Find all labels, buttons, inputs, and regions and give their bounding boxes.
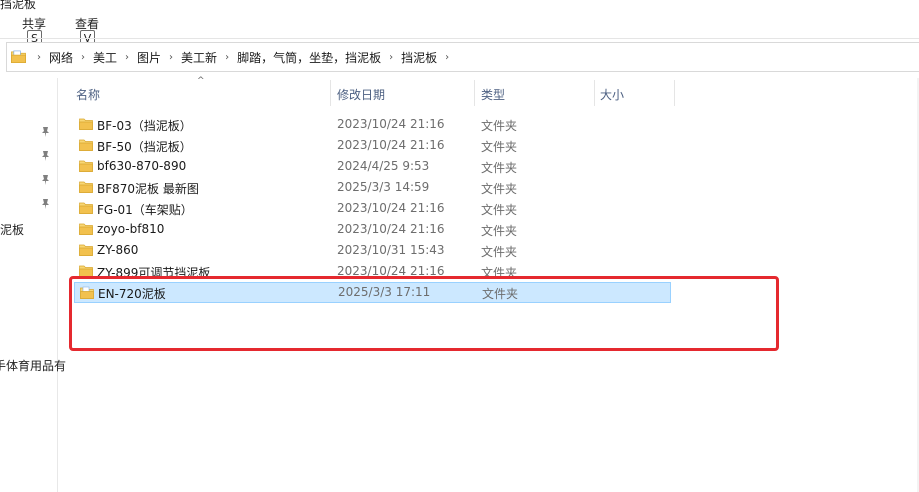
pin-icon[interactable] [40,198,52,212]
file-date: 2023/10/24 21:16 [337,138,445,152]
file-type: 文件夹 [481,182,518,196]
file-date: 2023/10/24 21:16 [337,117,445,131]
file-date: 2024/4/25 9:53 [337,159,430,173]
nav-pane-divider [57,78,58,492]
folder-icon [79,202,93,214]
file-date: 2023/10/24 21:16 [337,222,445,236]
folder-icon [79,223,93,235]
chevron-right-icon[interactable]: › [381,52,401,63]
folder-icon [79,160,93,172]
pin-icon[interactable] [40,150,52,164]
breadcrumb-item-network[interactable]: 网络 [49,49,73,66]
breadcrumb-item-art[interactable]: 美工 [93,49,117,66]
file-type: 文件夹 [481,119,518,133]
chevron-right-icon[interactable]: › [217,52,237,63]
chevron-right-icon[interactable]: › [73,52,93,63]
file-date: 2023/10/31 15:43 [337,243,445,257]
breadcrumb-item-accessories[interactable]: 脚踏，气筒，坐垫，挡泥板 [237,49,381,66]
file-type: 文件夹 [481,203,518,217]
column-header-size[interactable]: 大小 [600,86,624,103]
file-row[interactable]: ZY-860 2023/10/31 15:43 文件夹 [74,240,671,261]
column-header-type[interactable]: 类型 [481,86,505,103]
file-type: 文件夹 [481,161,518,175]
column-divider[interactable] [474,80,475,106]
chevron-right-icon[interactable]: › [437,52,457,63]
folder-icon [79,181,93,193]
column-divider[interactable] [330,80,331,106]
chevron-right-icon[interactable]: › [29,52,49,63]
file-name: bf630-870-890 [97,159,187,173]
nav-item-fragment[interactable]: 手体育用品有 [0,357,66,374]
file-name: BF-03（挡泥板） [97,119,192,133]
chevron-right-icon[interactable]: › [161,52,181,63]
breadcrumb-item-fenders[interactable]: 挡泥板 [401,49,437,66]
folder-icon [79,139,93,151]
file-row[interactable]: FG-01（车架贴） 2023/10/24 21:16 文件夹 [74,198,671,219]
column-divider[interactable] [594,80,595,106]
folder-icon [79,244,93,256]
file-type: 文件夹 [481,140,518,154]
annotation-highlight-box [69,276,779,351]
file-type: 文件夹 [481,245,518,259]
chevron-right-icon[interactable]: › [117,52,137,63]
file-row[interactable]: zoyo-bf810 2023/10/24 21:16 文件夹 [74,219,671,240]
file-row[interactable]: bf630-870-890 2024/4/25 9:53 文件夹 [74,156,671,177]
file-name: FG-01（车架贴） [97,203,193,217]
address-bar[interactable]: › 网络 › 美工 › 图片 › 美工新 › 脚踏，气筒，坐垫，挡泥板 › 挡泥… [6,42,919,72]
sort-ascending-icon: ^ [197,76,205,86]
file-name: BF-50（挡泥板） [97,140,192,154]
file-name: BF870泥板 最新图 [97,182,199,196]
file-type: 文件夹 [481,224,518,238]
ribbon-divider [0,38,919,39]
pin-icon[interactable] [40,174,52,188]
pin-icon[interactable] [40,126,52,140]
nav-item-fragment[interactable]: 泥板 [0,221,24,238]
file-row[interactable]: BF870泥板 最新图 2025/3/3 14:59 文件夹 [74,177,671,198]
file-row[interactable]: BF-03（挡泥板） 2023/10/24 21:16 文件夹 [74,114,671,135]
folder-icon [79,118,93,130]
breadcrumb-item-pictures[interactable]: 图片 [137,49,161,66]
column-divider[interactable] [674,80,675,106]
column-header-name[interactable]: 名称 [76,86,100,103]
breadcrumb: › 网络 › 美工 › 图片 › 美工新 › 脚踏，气筒，坐垫，挡泥板 › 挡泥… [29,43,457,71]
file-name: zoyo-bf810 [97,222,165,236]
breadcrumb-item-art-new[interactable]: 美工新 [181,49,217,66]
file-date: 2025/3/3 14:59 [337,180,430,194]
file-date: 2023/10/24 21:16 [337,201,445,215]
file-row[interactable]: BF-50（挡泥板） 2023/10/24 21:16 文件夹 [74,135,671,156]
file-name: ZY-860 [97,243,139,257]
column-header-date[interactable]: 修改日期 [337,86,385,103]
folder-icon [11,50,26,63]
window-title-fragment: 挡泥板 [0,0,37,11]
